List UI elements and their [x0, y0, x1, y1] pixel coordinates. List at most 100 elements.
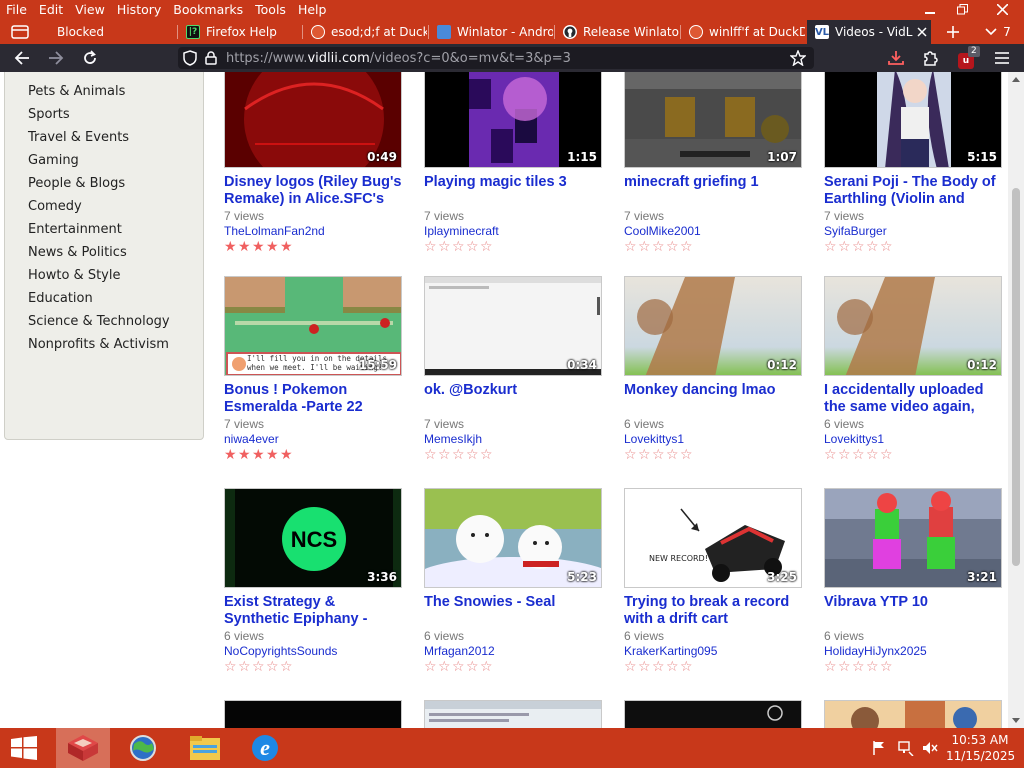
video-thumbnail[interactable]: 0:12	[624, 276, 802, 376]
forward-button[interactable]	[44, 47, 68, 69]
menu-help[interactable]: Help	[292, 0, 333, 20]
video-thumbnail[interactable]: 0:12	[824, 276, 1002, 376]
video-title-link[interactable]: The Snowies - Seal	[424, 594, 604, 628]
volume-muted-icon[interactable]	[922, 740, 938, 756]
scroll-down-arrow-icon[interactable]	[1008, 714, 1024, 726]
video-thumbnail[interactable]: 5:23	[424, 488, 602, 588]
back-button[interactable]	[10, 47, 34, 69]
menu-view[interactable]: View	[69, 0, 111, 20]
menu-file[interactable]: File	[0, 0, 33, 20]
winlator-icon	[437, 25, 451, 39]
tab-firefox-help[interactable]: |? Firefox Help	[178, 20, 302, 44]
sidebar-category-music[interactable]: Music	[28, 72, 65, 76]
menu-edit[interactable]: Edit	[33, 0, 69, 20]
tab-blocked[interactable]: Blocked	[40, 20, 176, 44]
taskbar-internet-explorer[interactable]: e	[238, 728, 292, 768]
video-uploader-link[interactable]: Lovekittys1	[824, 432, 1004, 446]
close-tab-icon[interactable]	[917, 27, 927, 37]
system-clock[interactable]: 10:53 AM 11/15/2025	[946, 732, 1015, 764]
scrollbar-thumb[interactable]	[1012, 188, 1020, 566]
video-uploader-link[interactable]: SyifaBurger	[824, 224, 1004, 238]
tab-duckduckgo-1[interactable]: esod;d;f at Duck	[303, 20, 427, 44]
menu-bookmarks[interactable]: Bookmarks	[167, 0, 249, 20]
video-thumbnail[interactable]	[224, 700, 402, 728]
video-thumbnail[interactable]	[824, 700, 1002, 728]
taskbar-file-explorer[interactable]	[178, 728, 232, 768]
sidebar-category-pets-animals[interactable]: Pets & Animals	[28, 84, 125, 99]
bookmark-star-icon[interactable]	[790, 50, 806, 66]
video-uploader-link[interactable]: TheLolmanFan2nd	[224, 224, 404, 238]
tab-duckduckgo-2[interactable]: winlff'f at DuckD	[681, 20, 805, 44]
menu-history[interactable]: History	[111, 0, 167, 20]
video-thumbnail[interactable]: 0:34	[424, 276, 602, 376]
video-title-link[interactable]: ok. @Bozkurt	[424, 382, 604, 416]
taskbar-firefox-app[interactable]	[56, 728, 110, 768]
video-uploader-link[interactable]: KrakerKarting095	[624, 644, 804, 658]
close-window-button[interactable]	[980, 0, 1024, 20]
video-title-link[interactable]: Monkey dancing lmao	[624, 382, 804, 416]
star-filled-icon: ★	[224, 239, 237, 255]
video-uploader-link[interactable]: MemesIkjh	[424, 432, 604, 446]
address-bar[interactable]: https://www.vidlii.com/videos?c=0&o=mv&t…	[178, 47, 814, 69]
flag-icon[interactable]	[872, 740, 886, 756]
sidebar-category-education[interactable]: Education	[28, 291, 93, 306]
sidebar-category-people-blogs[interactable]: People & Blogs	[28, 176, 125, 191]
star-empty-icon: ☆	[280, 659, 293, 675]
app-menu-button[interactable]	[990, 47, 1014, 69]
new-tab-button[interactable]	[938, 20, 968, 44]
tab-github-release[interactable]: Release Winlator	[555, 20, 679, 44]
video-title-link[interactable]: Exist Strategy & Synthetic Epiphany - Mo…	[224, 594, 404, 628]
sidebar-category-gaming[interactable]: Gaming	[28, 153, 79, 168]
video-uploader-link[interactable]: NoCopyrightsSounds	[224, 644, 404, 658]
sidebar-category-entertainment[interactable]: Entertainment	[28, 222, 122, 237]
video-title-link[interactable]: Trying to break a record with a drift ca…	[624, 594, 804, 628]
sidebar-category-science-technology[interactable]: Science & Technology	[28, 314, 170, 329]
extensions-button[interactable]	[918, 47, 942, 69]
video-title-link[interactable]: I accidentally uploaded the same video a…	[824, 382, 1004, 416]
tab-vidlii-active[interactable]: VL Videos - VidL	[807, 20, 931, 44]
video-uploader-link[interactable]: CoolMike2001	[624, 224, 804, 238]
video-title-link[interactable]: Disney logos (Riley Bug's Remake) in Ali…	[224, 174, 404, 208]
tab-list-button[interactable]	[0, 20, 40, 44]
start-button[interactable]	[0, 728, 48, 768]
video-uploader-link[interactable]: niwa4ever	[224, 432, 404, 446]
video-thumbnail[interactable]: 5:15	[824, 72, 1002, 168]
windows-logo-icon	[11, 736, 37, 760]
video-title-link[interactable]: Vibrava YTP 10	[824, 594, 1004, 628]
tab-overflow-button[interactable]: 7	[976, 20, 1020, 44]
network-icon[interactable]	[898, 740, 914, 757]
reload-button[interactable]	[78, 47, 102, 69]
sidebar-category-news-politics[interactable]: News & Politics	[28, 245, 127, 260]
restore-button[interactable]	[946, 0, 978, 20]
video-uploader-link[interactable]: Mrfagan2012	[424, 644, 604, 658]
video-title-link[interactable]: Playing magic tiles 3	[424, 174, 604, 208]
video-thumbnail[interactable]: 1:15	[424, 72, 602, 168]
video-uploader-link[interactable]: Iplayminecraft	[424, 224, 604, 238]
video-thumbnail[interactable]: I'll fill you in on the details when we …	[224, 276, 402, 376]
sidebar-category-comedy[interactable]: Comedy	[28, 199, 82, 214]
video-uploader-link[interactable]: HolidayHiJynx2025	[824, 644, 1004, 658]
video-thumbnail[interactable]: 1:07	[624, 72, 802, 168]
video-thumbnail[interactable]: NEW RECORD! 3:25	[624, 488, 802, 588]
video-thumbnail[interactable]: NCS 3:36	[224, 488, 402, 588]
minimize-button[interactable]	[914, 0, 946, 20]
menu-tools[interactable]: Tools	[249, 0, 292, 20]
sidebar-category-travel-events[interactable]: Travel & Events	[28, 130, 129, 145]
page-scrollbar[interactable]	[1008, 72, 1024, 728]
sidebar-category-howto-style[interactable]: Howto & Style	[28, 268, 120, 283]
video-thumbnail[interactable]	[624, 700, 802, 728]
video-title-link[interactable]: minecraft griefing 1	[624, 174, 804, 208]
tab-winlator[interactable]: Winlator - Andro	[429, 20, 553, 44]
video-title-link[interactable]: Bonus ! Pokemon Esmeralda -Parte 22	[224, 382, 404, 416]
sidebar-category-sports[interactable]: Sports	[28, 107, 70, 122]
video-thumbnail[interactable]	[424, 700, 602, 728]
video-title-link[interactable]: Serani Poji - The Body of Earthling (Vio…	[824, 174, 1004, 208]
sidebar-category-nonprofits-activism[interactable]: Nonprofits & Activism	[28, 337, 169, 352]
ublock-extension-button[interactable]: u 2	[954, 46, 980, 69]
video-uploader-link[interactable]: Lovekittys1	[624, 432, 804, 446]
video-thumbnail[interactable]: 0:49	[224, 72, 402, 168]
taskbar-ie-app[interactable]	[116, 728, 170, 768]
scroll-up-arrow-icon[interactable]	[1008, 74, 1024, 86]
downloads-button[interactable]	[884, 47, 908, 69]
video-thumbnail[interactable]: 3:21	[824, 488, 1002, 588]
